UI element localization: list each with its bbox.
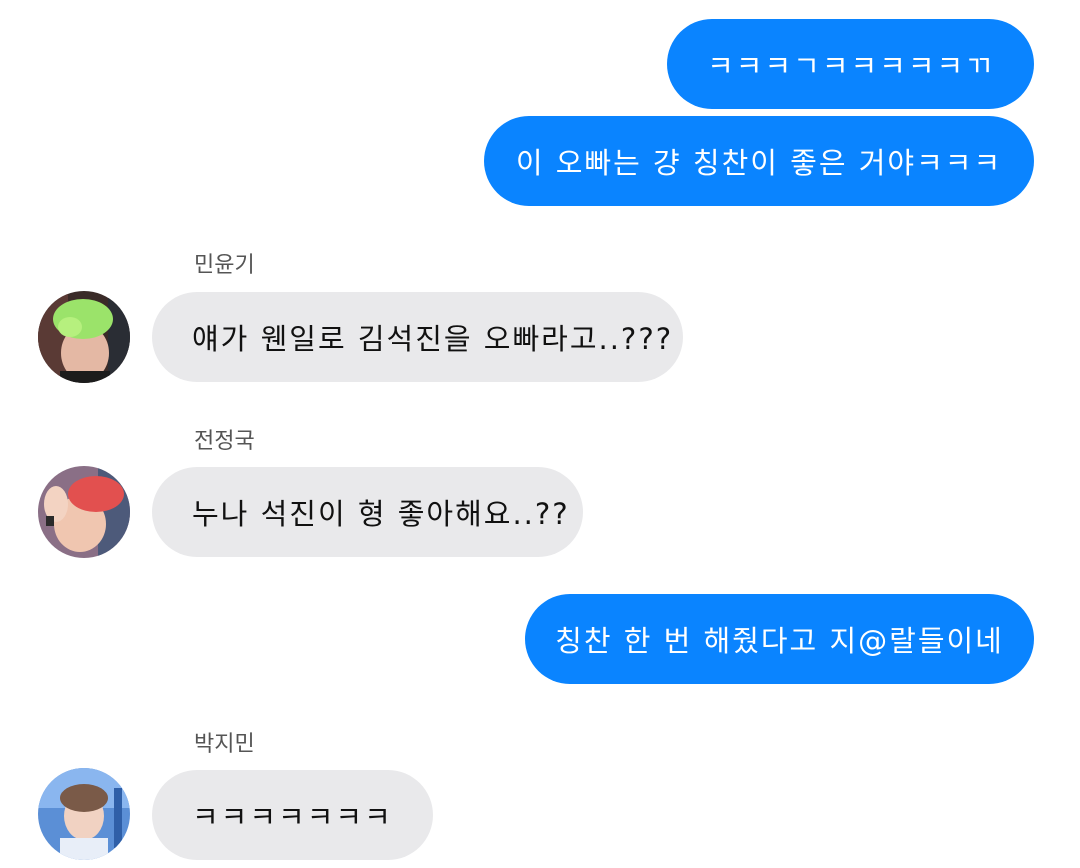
sender-name: 전정국 <box>194 429 255 454</box>
message-text: 칭찬 한 번 해줬다고 지@랄들이네 <box>555 624 1004 658</box>
incoming-message-bubble[interactable]: ㅋㅋㅋㅋㅋㅋㅋ <box>152 770 433 860</box>
outgoing-message-bubble[interactable]: 칭찬 한 번 해줬다고 지@랄들이네 <box>525 594 1034 684</box>
incoming-message-bubble[interactable]: 누나 석진이 형 좋아해요..?? <box>152 467 583 557</box>
message-text: ㅋㅋㅋㅋㅋㅋㅋ <box>192 800 393 834</box>
avatar-green-hair-image <box>38 291 130 383</box>
message-text: ㅋㅋㅋㄱㅋㅋㅋㅋㅋㄲ <box>707 49 994 83</box>
avatar[interactable] <box>38 291 130 383</box>
message-text: 얘가 웬일로 김석진을 오빠라고..??? <box>192 322 674 356</box>
sender-name: 민윤기 <box>194 253 255 278</box>
avatar-blue-background-image <box>38 768 130 860</box>
message-text: 누나 석진이 형 좋아해요..?? <box>192 497 570 531</box>
outgoing-message-bubble[interactable]: 이 오빠는 걍 칭찬이 좋은 거야ㅋㅋㅋ <box>484 116 1034 206</box>
avatar[interactable] <box>38 768 130 860</box>
avatar[interactable] <box>38 466 130 558</box>
chat-thread[interactable]: ㅋㅋㅋㄱㅋㅋㅋㅋㅋㄲ 이 오빠는 걍 칭찬이 좋은 거야ㅋㅋㅋ 민윤기 얘가 웬… <box>0 0 1080 868</box>
outgoing-message-bubble[interactable]: ㅋㅋㅋㄱㅋㅋㅋㅋㅋㄲ <box>667 19 1034 109</box>
avatar-red-hair-image <box>38 466 130 558</box>
incoming-message-bubble[interactable]: 얘가 웬일로 김석진을 오빠라고..??? <box>152 292 683 382</box>
message-text: 이 오빠는 걍 칭찬이 좋은 거야ㅋㅋㅋ <box>515 146 1003 180</box>
sender-name: 박지민 <box>194 732 255 757</box>
